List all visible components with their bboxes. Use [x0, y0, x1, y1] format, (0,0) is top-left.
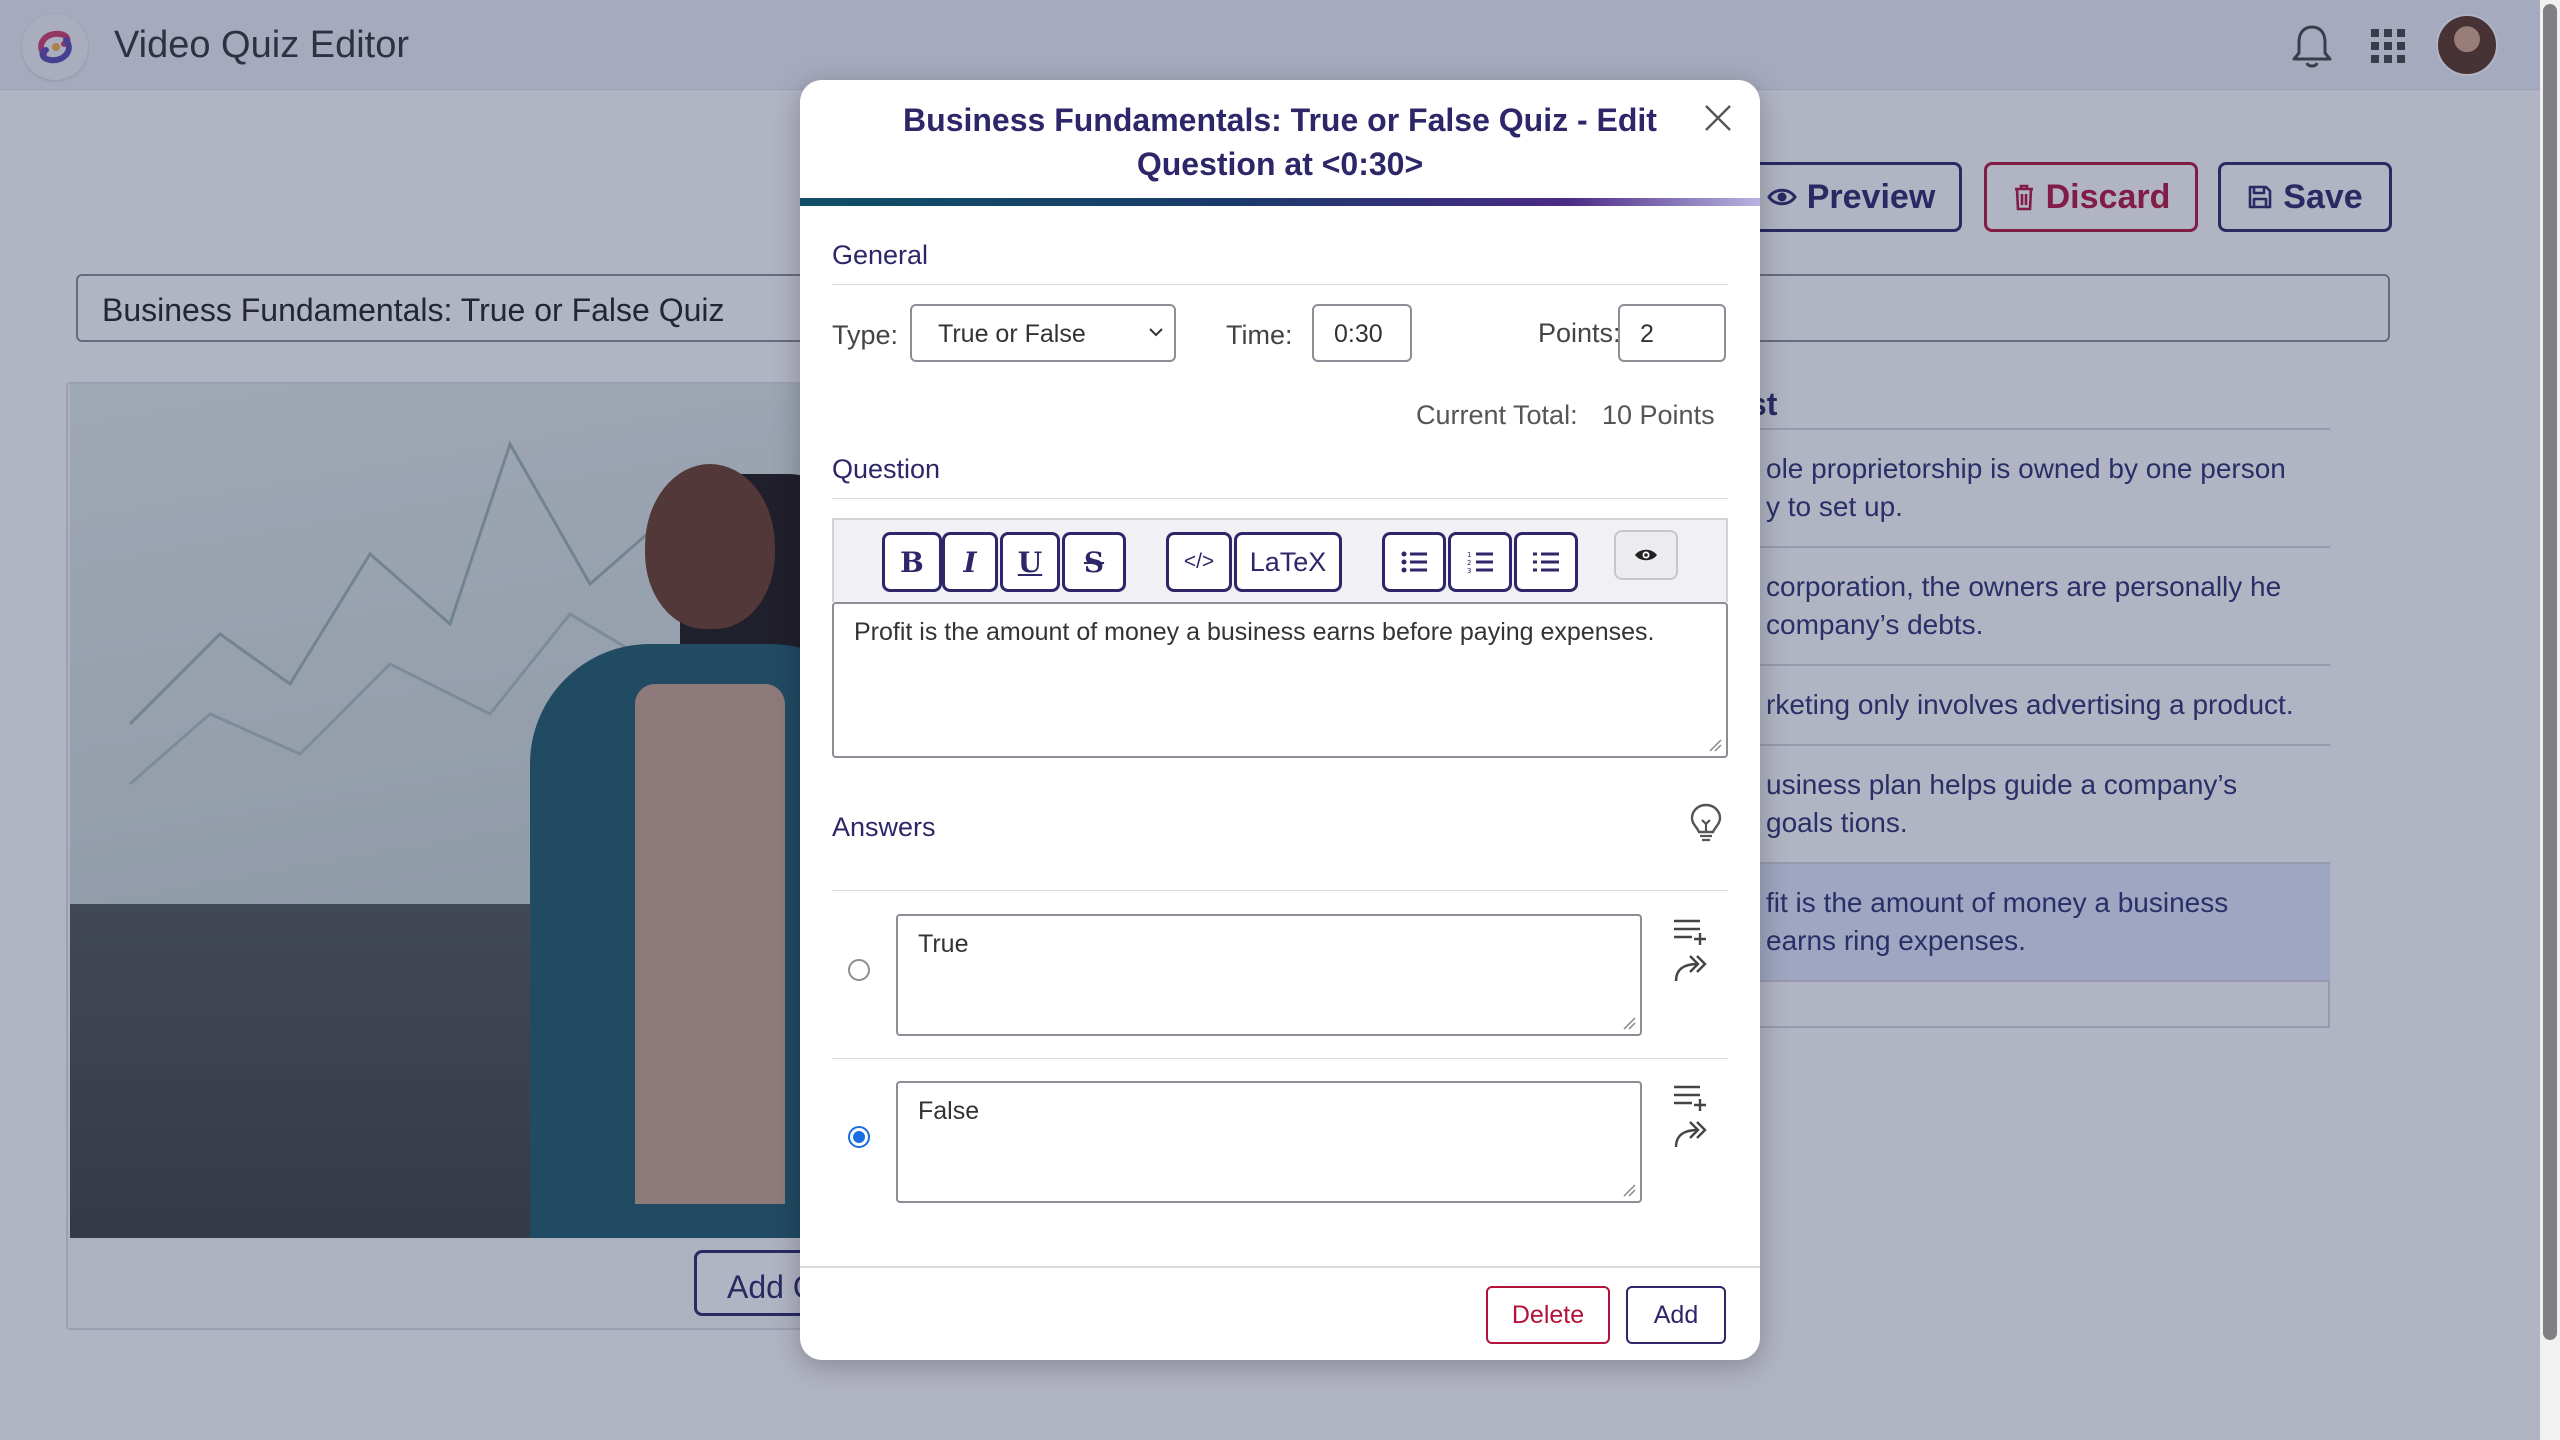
question-text: Profit is the amount of money a business…: [854, 618, 1655, 646]
points-label: Points:: [1538, 318, 1621, 348]
italic-button[interactable]: I: [942, 532, 998, 592]
list-icon: [1533, 552, 1559, 572]
answers-divider: [832, 890, 1728, 891]
answer-divider: [832, 1058, 1728, 1059]
eye-icon: [1635, 549, 1657, 561]
modal-title: Business Fundamentals: True or False Qui…: [903, 102, 1657, 182]
answer-radio-false[interactable]: [848, 1126, 870, 1148]
type-select[interactable]: True or False: [910, 304, 1176, 362]
answer-text: True: [918, 930, 969, 958]
close-icon[interactable]: [1696, 96, 1740, 140]
svg-text:3: 3: [1467, 567, 1471, 574]
general-divider: [832, 284, 1728, 285]
code-button[interactable]: </>: [1166, 532, 1232, 592]
resize-handle-icon[interactable]: [1708, 738, 1722, 752]
checklist-button[interactable]: [1514, 532, 1578, 592]
points-input[interactable]: 2: [1618, 304, 1726, 362]
bulleted-list-icon: [1401, 551, 1427, 573]
jump-to-icon[interactable]: [1670, 948, 1710, 988]
answer-input-false[interactable]: False: [896, 1081, 1642, 1203]
underline-button[interactable]: U: [1000, 532, 1060, 592]
latex-button[interactable]: LaTeX: [1234, 532, 1342, 592]
answers-section-label: Answers: [832, 812, 936, 842]
scrollbar-thumb[interactable]: [2543, 4, 2557, 1340]
editor-toolbar: B I U S </> LaTeX 1 2 3: [832, 518, 1728, 602]
svg-text:1: 1: [1467, 551, 1471, 559]
resize-handle-icon[interactable]: [1622, 1183, 1636, 1197]
type-label: Type:: [832, 320, 899, 350]
time-label: Time:: [1226, 320, 1293, 350]
answer-input-true[interactable]: True: [896, 914, 1642, 1036]
resize-handle-icon[interactable]: [1622, 1016, 1636, 1030]
question-divider: [832, 498, 1728, 499]
answer-radio-true[interactable]: [848, 959, 870, 981]
jump-to-icon[interactable]: [1670, 1114, 1710, 1154]
title-gradient-bar: [800, 198, 1760, 206]
strikethrough-button[interactable]: S: [1062, 532, 1126, 592]
current-total-label: Current Total:: [1416, 400, 1578, 430]
footer-divider: [800, 1266, 1760, 1268]
lightbulb-icon[interactable]: [1688, 802, 1728, 846]
question-section-label: Question: [832, 454, 941, 484]
chevron-down-icon: [1149, 328, 1163, 337]
add-button[interactable]: Add: [1626, 1286, 1726, 1344]
time-input[interactable]: 0:30: [1312, 304, 1412, 362]
question-text-editor[interactable]: Profit is the amount of money a business…: [832, 602, 1728, 758]
general-section-label: General: [832, 240, 929, 270]
numbered-list-icon: 1 2 3: [1467, 551, 1493, 574]
add-feedback-icon[interactable]: [1670, 1078, 1710, 1118]
svg-text:2: 2: [1467, 559, 1471, 567]
type-select-value: True or False: [938, 320, 1086, 348]
add-feedback-icon[interactable]: [1670, 912, 1710, 952]
numbered-list-button[interactable]: 1 2 3: [1448, 532, 1512, 592]
bold-button[interactable]: B: [882, 532, 942, 592]
answer-text: False: [918, 1097, 980, 1125]
bulleted-list-button[interactable]: [1382, 532, 1446, 592]
current-total-value: 10 Points: [1602, 400, 1715, 430]
preview-toggle-button[interactable]: [1614, 530, 1678, 580]
delete-button[interactable]: Delete: [1486, 1286, 1610, 1344]
edit-question-modal: Business Fundamentals: True or False Qui…: [800, 80, 1760, 1360]
